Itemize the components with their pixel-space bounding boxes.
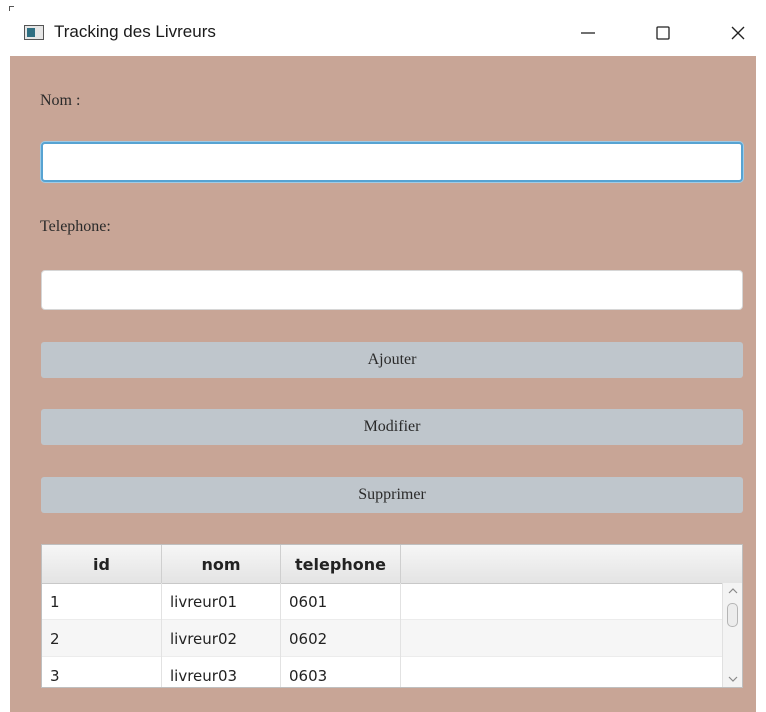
column-header-telephone[interactable]: telephone (281, 545, 401, 583)
table-header: id nom telephone (42, 545, 742, 584)
cell-telephone: 0601 (281, 583, 401, 620)
nom-field[interactable] (41, 142, 743, 182)
edit-button[interactable]: Modifier (41, 409, 743, 445)
scroll-down-icon[interactable] (723, 672, 742, 686)
telephone-input[interactable] (42, 271, 742, 309)
nom-label: Nom : (40, 92, 81, 109)
table-row[interactable]: 2 livreur02 0602 (42, 620, 722, 657)
main-panel: Nom : Telephone: Ajouter Modifier Suppri… (10, 56, 756, 712)
minimize-button[interactable] (565, 16, 611, 50)
cell-id: 3 (42, 657, 162, 687)
minimize-icon (581, 32, 595, 34)
scroll-up-icon[interactable] (723, 584, 742, 598)
table-scrollbar[interactable] (722, 583, 742, 687)
table-row[interactable]: 3 livreur03 0603 (42, 657, 722, 687)
telephone-label: Telephone: (40, 218, 111, 235)
cell-telephone: 0603 (281, 657, 401, 687)
cell-nom: livreur02 (162, 620, 281, 657)
column-header-nom[interactable]: nom (162, 545, 281, 583)
column-header-id[interactable]: id (42, 545, 162, 583)
maximize-button[interactable] (640, 16, 686, 50)
nom-input[interactable] (43, 144, 741, 180)
livreurs-table[interactable]: id nom telephone 1 livreur01 0601 2 livr… (41, 544, 743, 688)
cell-id: 1 (42, 583, 162, 620)
window-title: Tracking des Livreurs (54, 22, 216, 41)
delete-button[interactable]: Supprimer (41, 477, 743, 513)
maximize-icon (656, 26, 670, 40)
table-row[interactable]: 1 livreur01 0601 (42, 583, 722, 620)
cell-nom: livreur01 (162, 583, 281, 620)
close-button[interactable] (715, 16, 761, 50)
app-icon (24, 25, 44, 40)
cell-nom: livreur03 (162, 657, 281, 687)
close-icon (731, 26, 745, 40)
title-bar: Tracking des Livreurs (0, 0, 766, 56)
window-corner-mark (9, 6, 14, 11)
telephone-field[interactable] (41, 270, 743, 310)
cell-telephone: 0602 (281, 620, 401, 657)
scrollbar-thumb[interactable] (727, 603, 738, 627)
cell-id: 2 (42, 620, 162, 657)
add-button[interactable]: Ajouter (41, 342, 743, 378)
